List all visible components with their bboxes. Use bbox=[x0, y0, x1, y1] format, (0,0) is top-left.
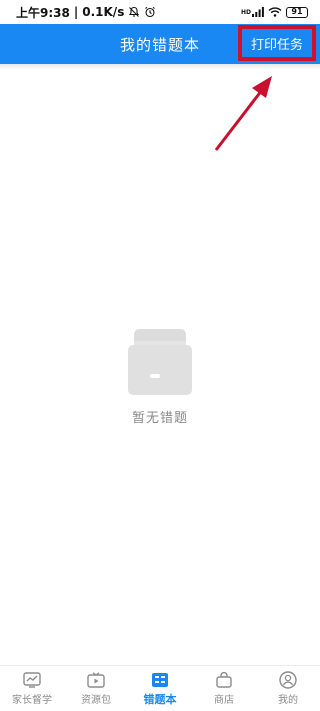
alarm-icon bbox=[144, 6, 156, 18]
tab-parent-supervision[interactable]: 家长督学 bbox=[0, 666, 64, 711]
notebook-icon bbox=[150, 671, 170, 689]
tab-label: 商店 bbox=[214, 695, 234, 706]
tv-play-icon bbox=[86, 671, 106, 689]
status-bar: 上午9:38 | 0.1K/s HD 91 bbox=[0, 0, 320, 24]
wifi-icon bbox=[268, 7, 282, 17]
app-header: 我的错题本 打印任务 bbox=[0, 24, 320, 64]
status-time: 上午9:38 bbox=[16, 5, 70, 20]
status-network-speed: 0.1K/s bbox=[82, 5, 125, 19]
shopping-bag-icon bbox=[214, 671, 234, 689]
mute-icon bbox=[128, 6, 140, 18]
tab-label: 错题本 bbox=[143, 692, 177, 706]
status-right: HD 91 bbox=[241, 6, 308, 18]
bottom-tab-bar: 家长督学 资源包 错题本 商店 我的 bbox=[0, 665, 320, 711]
empty-box-icon bbox=[128, 329, 192, 395]
signal-hd-label: HD bbox=[240, 8, 251, 16]
battery-icon: 91 bbox=[286, 6, 308, 18]
tab-store[interactable]: 商店 bbox=[192, 666, 256, 711]
status-separator: | bbox=[73, 5, 79, 19]
header-shadow bbox=[0, 64, 320, 70]
trend-chart-icon bbox=[22, 671, 42, 689]
profile-icon bbox=[278, 671, 298, 689]
signal-icon: HD bbox=[241, 7, 264, 17]
empty-state: 暂无错题 bbox=[0, 325, 320, 426]
tab-resources[interactable]: 资源包 bbox=[64, 666, 128, 711]
print-task-button[interactable]: 打印任务 bbox=[238, 25, 316, 61]
tab-label: 我的 bbox=[278, 695, 298, 706]
status-left: 上午9:38 | 0.1K/s bbox=[16, 4, 156, 21]
tab-wrong-questions[interactable]: 错题本 bbox=[128, 666, 192, 711]
tab-label: 资源包 bbox=[81, 695, 111, 706]
page-title: 我的错题本 bbox=[119, 35, 200, 54]
empty-message: 暂无错题 bbox=[131, 411, 188, 426]
tab-profile[interactable]: 我的 bbox=[256, 666, 320, 711]
tab-label: 家长督学 bbox=[12, 695, 52, 706]
